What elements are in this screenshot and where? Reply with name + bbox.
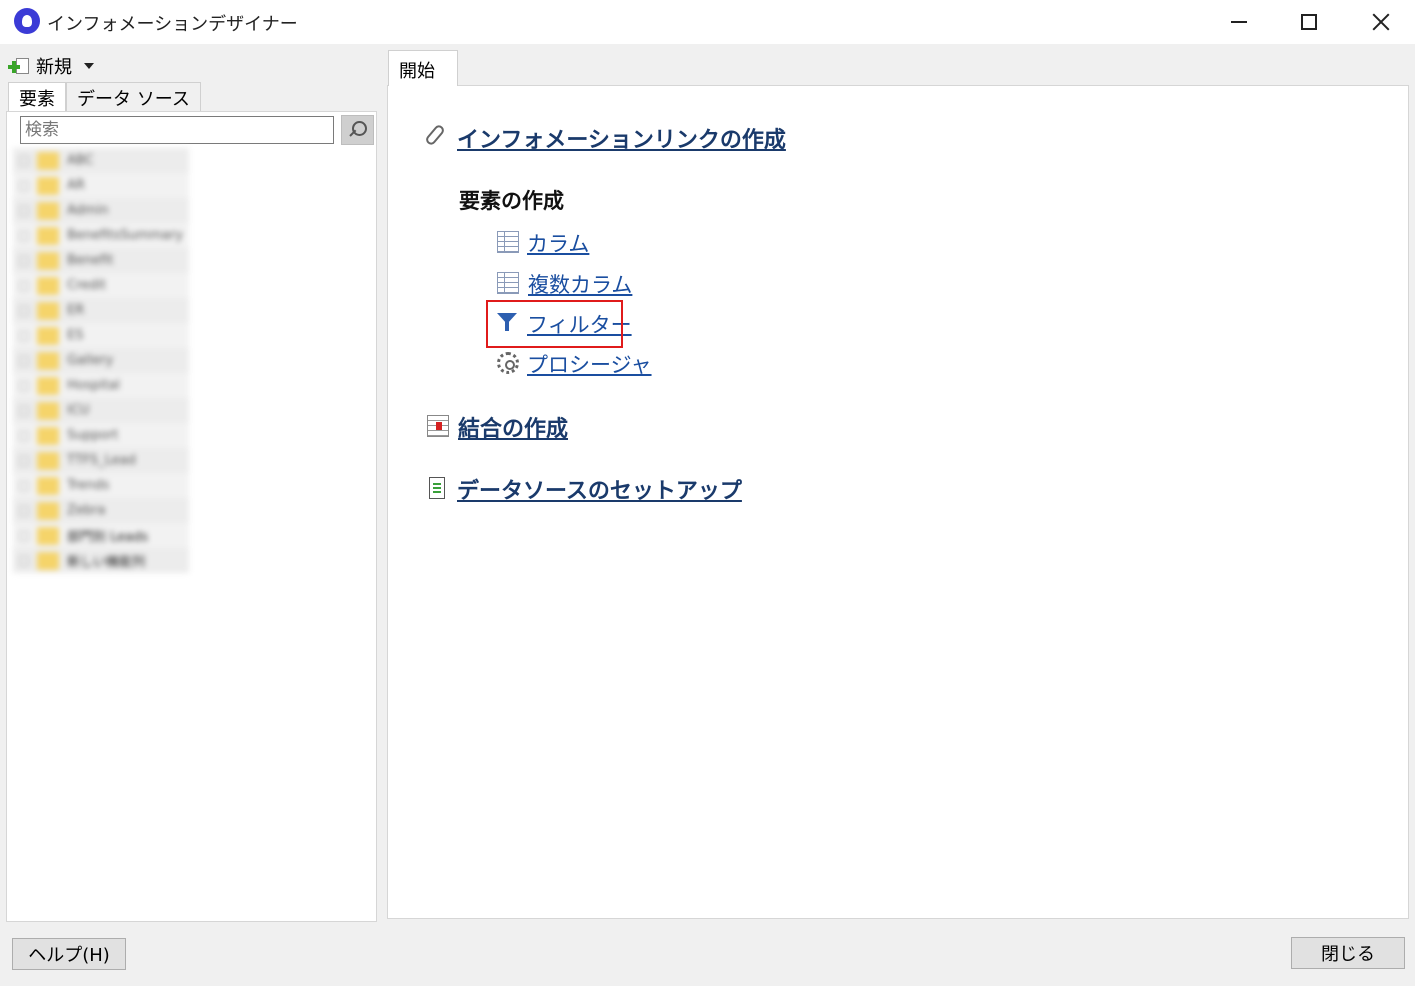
tree-item[interactable]: ES [13,323,189,348]
caret-down-icon [84,63,94,69]
window-title: インフォメーションデザイナー [47,14,298,35]
folder-icon [37,301,59,320]
folder-icon [37,401,59,420]
join-icon [427,415,449,437]
column-icon [497,231,519,253]
procedure-link[interactable]: プロシージャ [527,349,652,379]
maximize-icon [1301,14,1317,30]
create-elements-heading: 要素の作成 [459,189,564,213]
folder-icon [37,326,59,345]
tab-elements[interactable]: 要素 [8,82,66,113]
tree-item[interactable]: BenefitsSummary [13,223,189,248]
filter-link[interactable]: フィルター [527,309,632,339]
tab-start[interactable]: 開始 [388,50,458,86]
folder-icon [37,476,59,495]
filter-icon [497,313,519,335]
tree-item[interactable]: ICU [13,398,189,423]
folder-icon [37,451,59,470]
column-link[interactable]: カラム [527,228,589,258]
create-information-link-link[interactable]: インフォメーションリンクの作成 [457,122,786,154]
tree-item[interactable]: Credit [13,273,189,298]
search-icon [349,121,367,139]
tree-item[interactable]: TTFS_Lead [13,448,189,473]
new-dropdown-button[interactable]: 新規 [8,54,94,78]
folder-icon [37,276,59,295]
create-join-link[interactable]: 結合の作成 [458,411,568,443]
tree-item[interactable]: Benefit [13,248,189,273]
search-button[interactable] [341,115,374,145]
elements-panel: ABC AR Admin BenefitsSummary Benefit Cre… [6,111,377,922]
minimize-icon [1231,21,1247,23]
folder-icon [37,501,59,520]
folder-icon [37,426,59,445]
folder-icon [37,526,59,545]
maximize-button[interactable] [1273,0,1345,44]
multiple-columns-icon [497,272,519,294]
folder-icon [37,251,59,270]
close-window-button[interactable] [1345,0,1415,44]
folder-icon [37,176,59,195]
folder-icon [37,376,59,395]
tab-data-sources[interactable]: データ ソース [66,82,201,112]
tree-item[interactable]: AR [13,173,189,198]
tree-item[interactable]: Zebra [13,498,189,523]
new-document-icon [8,57,30,75]
help-button[interactable]: ヘルプ(H) [12,938,126,970]
tree-item[interactable]: ER [13,298,189,323]
tree-item[interactable]: 部門別 Leads [13,523,189,548]
search-input[interactable] [20,116,334,144]
lightbulb-icon [14,8,40,34]
tree-item[interactable]: Trends [13,473,189,498]
folder-icon [37,551,59,570]
title-bar: インフォメーションデザイナー [0,0,1415,44]
multiple-columns-link[interactable]: 複数カラム [528,269,632,299]
tree-item[interactable]: Hospital [13,373,189,398]
close-button[interactable]: 閉じる [1291,937,1405,969]
folder-icon [37,201,59,220]
tree-item[interactable]: Gallery [13,348,189,373]
folder-icon [37,226,59,245]
tree-item[interactable]: Support [13,423,189,448]
folder-icon [37,151,59,170]
tree-item[interactable]: ABC [13,148,189,173]
tree-item[interactable]: 新しい機能列 [13,548,189,573]
data-source-document-icon [429,477,445,499]
folder-icon [37,351,59,370]
minimize-button[interactable] [1203,0,1275,44]
close-icon [1372,13,1390,31]
data-source-setup-link[interactable]: データソースのセットアップ [457,473,742,505]
tree-item[interactable]: Admin [13,198,189,223]
left-tab-strip: 要素 データ ソース [8,82,201,113]
elements-tree: ABC AR Admin BenefitsSummary Benefit Cre… [13,148,189,573]
new-label: 新規 [36,57,72,78]
gear-icon [497,352,519,374]
